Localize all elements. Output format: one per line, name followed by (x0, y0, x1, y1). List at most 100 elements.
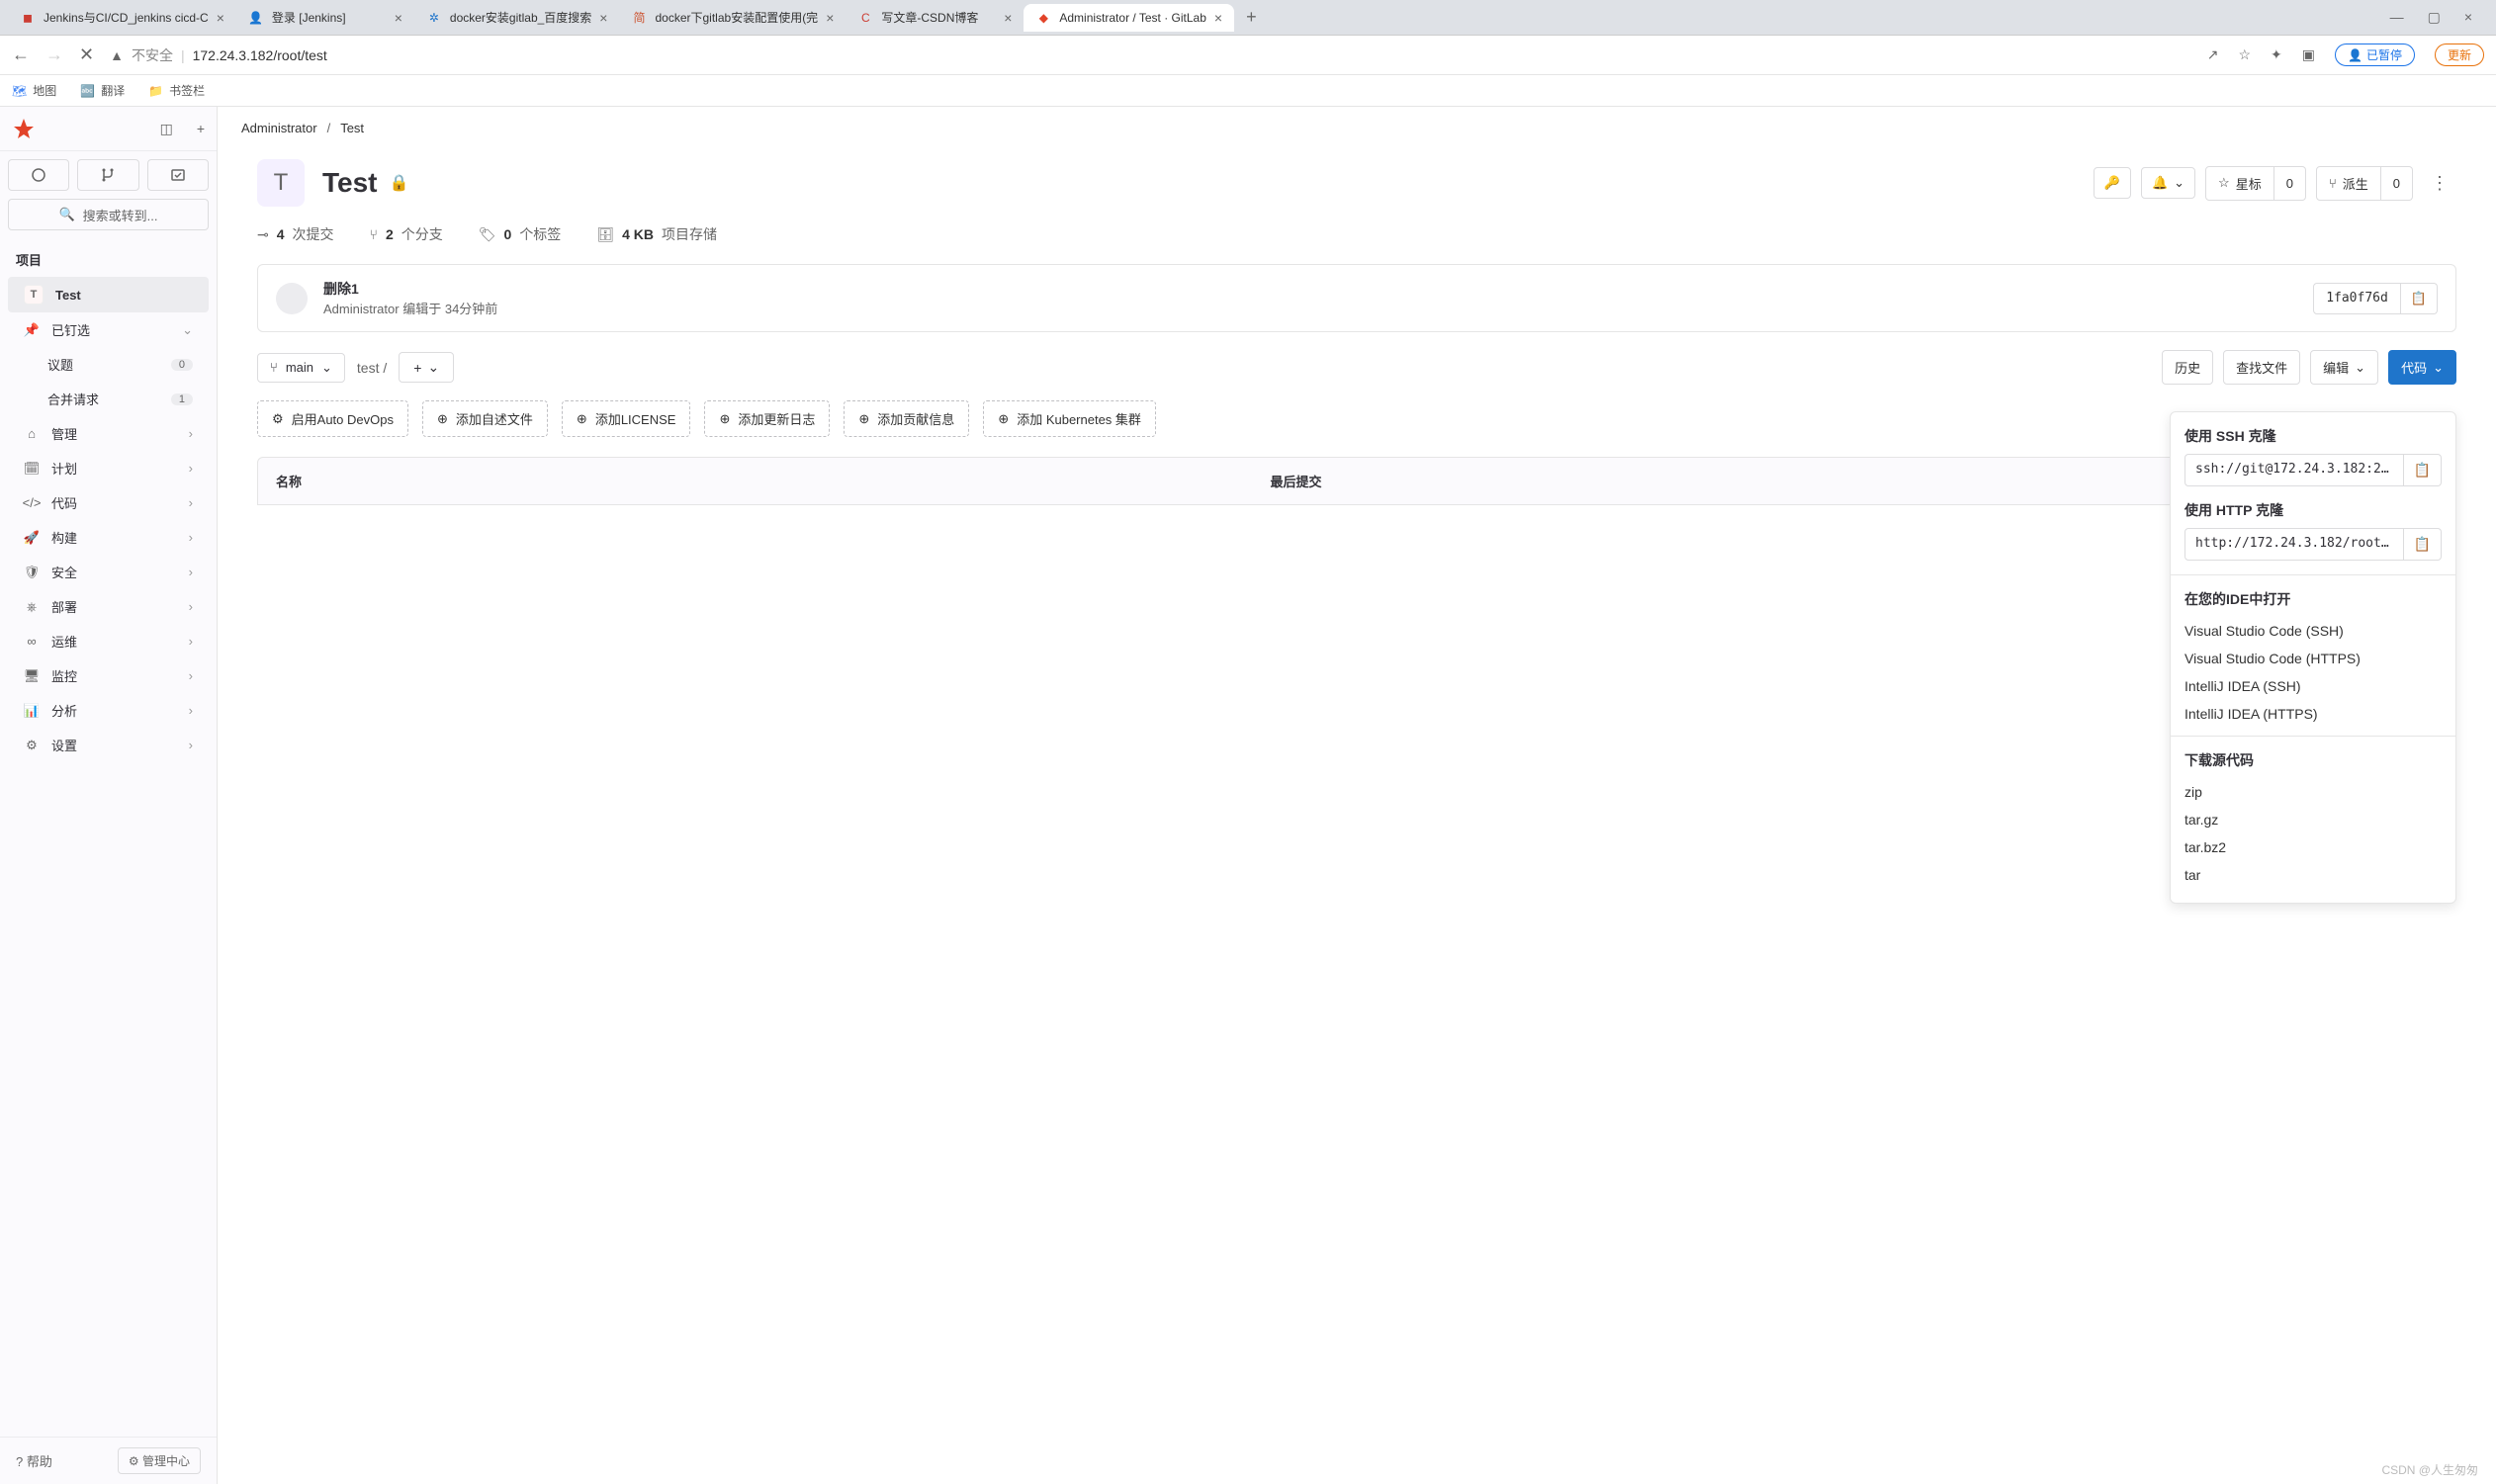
browser-tab[interactable]: 简docker下gitlab安装配置使用(完× (619, 4, 846, 32)
breadcrumb-project[interactable]: Test (340, 121, 364, 135)
add-file-button[interactable]: + ⌄ (399, 352, 454, 383)
copy-ssh-button[interactable]: 📋 (2404, 454, 2442, 486)
code-button[interactable]: 代码 ⌄ (2388, 350, 2456, 385)
maximize-icon[interactable]: ▢ (2428, 9, 2441, 26)
stop-icon[interactable]: ✕ (79, 44, 94, 65)
star-count[interactable]: 0 (2274, 166, 2306, 201)
ssh-key-button[interactable]: 🔑 (2094, 167, 2131, 199)
pill-contributing[interactable]: ⊕添加贡献信息 (844, 400, 969, 437)
sidebar-code[interactable]: </>代码› (8, 485, 209, 520)
browser-tab[interactable]: 👤登录 [Jenkins]× (236, 4, 414, 32)
commit-sha[interactable]: 1fa0f76d (2313, 283, 2401, 314)
chevron-right-icon: › (189, 426, 193, 441)
storage-stat[interactable]: 🗄4 KB项目存储 (596, 224, 717, 244)
forward-icon[interactable]: → (45, 44, 63, 65)
back-icon[interactable]: ← (12, 44, 30, 65)
commits-stat[interactable]: ⊸4次提交 (257, 224, 334, 244)
pill-kubernetes[interactable]: ⊕添加 Kubernetes 集群 (983, 400, 1156, 437)
share-icon[interactable]: ↗ (2207, 46, 2219, 63)
close-icon[interactable]: × (2464, 9, 2472, 26)
edit-button[interactable]: 编辑 ⌄ (2310, 350, 2378, 385)
pill-readme[interactable]: ⊕添加自述文件 (422, 400, 548, 437)
repo-path[interactable]: test / (357, 360, 387, 376)
pill-auto-devops[interactable]: ⚙启用Auto DevOps (257, 400, 408, 437)
issues-shortcut[interactable] (8, 159, 69, 191)
plus-icon[interactable]: + (197, 121, 205, 137)
close-icon[interactable]: × (217, 10, 224, 26)
browser-tab[interactable]: ✲docker安装gitlab_百度搜索× (414, 4, 620, 32)
branches-stat[interactable]: ⑂2个分支 (370, 224, 443, 244)
copy-sha-button[interactable]: 📋 (2401, 283, 2438, 314)
gitlab-logo-icon[interactable] (12, 117, 36, 140)
bookmark-item[interactable]: 🗺地图 (12, 82, 56, 99)
commit-author-avatar[interactable] (276, 283, 308, 314)
search-input[interactable]: 🔍 搜索或转到... (8, 199, 209, 230)
sidebar-plan[interactable]: 🗓计划› (8, 451, 209, 485)
sidebar-operate[interactable]: ∞运维› (8, 624, 209, 658)
breadcrumb-owner[interactable]: Administrator (241, 121, 317, 135)
admin-center-button[interactable]: ⚙ 管理中心 (118, 1447, 201, 1474)
browser-tab[interactable]: C写文章-CSDN博客× (846, 4, 1024, 32)
address-input[interactable]: ▲ 不安全 | 172.24.3.182/root/test (110, 45, 2191, 65)
sidebar-merge-requests[interactable]: 合并请求1 (8, 382, 209, 416)
new-tab-button[interactable]: + (1234, 7, 1269, 28)
extensions-icon[interactable]: ✦ (2271, 46, 2282, 63)
download-zip[interactable]: zip (2184, 778, 2442, 806)
branch-selector[interactable]: ⑂ main ⌄ (257, 353, 345, 383)
sidebar-manage[interactable]: ⌂管理› (8, 416, 209, 451)
sidebar-security[interactable]: 🛡安全› (8, 555, 209, 589)
profile-paused[interactable]: 👤已暂停 (2335, 44, 2415, 66)
star-icon[interactable]: ☆ (2238, 46, 2251, 63)
minimize-icon[interactable]: — (2390, 9, 2404, 26)
close-icon[interactable]: × (1004, 10, 1012, 26)
main-content: Administrator / Test T Test 🔒 🔑 🔔 ⌄ ☆星标 … (218, 107, 2496, 1484)
download-targz[interactable]: tar.gz (2184, 806, 2442, 833)
ide-vscode-ssh[interactable]: Visual Studio Code (SSH) (2184, 617, 2442, 645)
breadcrumb: Administrator / Test (218, 107, 2496, 149)
gear-icon: ⚙ (272, 411, 284, 427)
browser-tab[interactable]: ◆Administrator / Test · GitLab× (1024, 4, 1234, 32)
sidebar-settings[interactable]: ⚙设置› (8, 728, 209, 762)
browser-tab[interactable]: ◼Jenkins与CI/CD_jenkins cicd-C× (8, 4, 236, 32)
pill-changelog[interactable]: ⊕添加更新日志 (704, 400, 830, 437)
update-button[interactable]: 更新 (2435, 44, 2484, 66)
sidebar-issues[interactable]: 议题0 (8, 347, 209, 382)
bookmark-item[interactable]: 🔤翻译 (80, 82, 125, 99)
bookmark-item[interactable]: 📁书签栏 (148, 82, 205, 99)
http-url-input[interactable]: http://172.24.3.182/root/test.g (2184, 528, 2404, 561)
star-button[interactable]: ☆星标 (2205, 166, 2274, 201)
download-tarbz2[interactable]: tar.bz2 (2184, 833, 2442, 861)
project-stats: ⊸4次提交 ⑂2个分支 🏷0个标签 🗄4 KB项目存储 (257, 207, 2456, 264)
fork-button[interactable]: ⑂派生 (2316, 166, 2381, 201)
find-file-button[interactable]: 查找文件 (2223, 350, 2300, 385)
copy-http-button[interactable]: 📋 (2404, 528, 2442, 561)
merge-requests-shortcut[interactable] (77, 159, 138, 191)
sidebar-monitor[interactable]: 🖥监控› (8, 658, 209, 693)
download-tar[interactable]: tar (2184, 861, 2442, 889)
sidebar-pinned[interactable]: 📌 已钉选 ⌄ (8, 312, 209, 347)
todo-shortcut[interactable] (147, 159, 209, 191)
warning-icon: ▲ (110, 47, 124, 63)
tags-stat[interactable]: 🏷0个标签 (479, 224, 562, 244)
kebab-menu[interactable]: ⋮ (2423, 173, 2456, 194)
ide-intellij-ssh[interactable]: IntelliJ IDEA (SSH) (2184, 672, 2442, 700)
pill-license[interactable]: ⊕添加LICENSE (562, 400, 691, 437)
sidebar-project[interactable]: T Test (8, 277, 209, 312)
ide-vscode-https[interactable]: Visual Studio Code (HTTPS) (2184, 645, 2442, 672)
close-icon[interactable]: × (599, 10, 607, 26)
sidebar-toggle-icon[interactable]: ◫ (160, 121, 173, 137)
close-icon[interactable]: × (395, 10, 402, 26)
panel-icon[interactable]: ▣ (2302, 46, 2315, 63)
ssh-url-input[interactable]: ssh://git@172.24.3.182:222/root (2184, 454, 2404, 486)
fork-count[interactable]: 0 (2381, 166, 2413, 201)
close-icon[interactable]: × (1214, 10, 1222, 26)
commit-title[interactable]: 删除1 (323, 279, 2297, 299)
ide-intellij-https[interactable]: IntelliJ IDEA (HTTPS) (2184, 700, 2442, 728)
sidebar-deploy[interactable]: ⎈部署› (8, 589, 209, 624)
sidebar-analytics[interactable]: 📊分析› (8, 693, 209, 728)
sidebar-build[interactable]: 🚀构建› (8, 520, 209, 555)
close-icon[interactable]: × (826, 10, 834, 26)
notifications-button[interactable]: 🔔 ⌄ (2141, 167, 2195, 199)
help-link[interactable]: ? 帮助 (16, 1451, 52, 1470)
history-button[interactable]: 历史 (2162, 350, 2213, 385)
